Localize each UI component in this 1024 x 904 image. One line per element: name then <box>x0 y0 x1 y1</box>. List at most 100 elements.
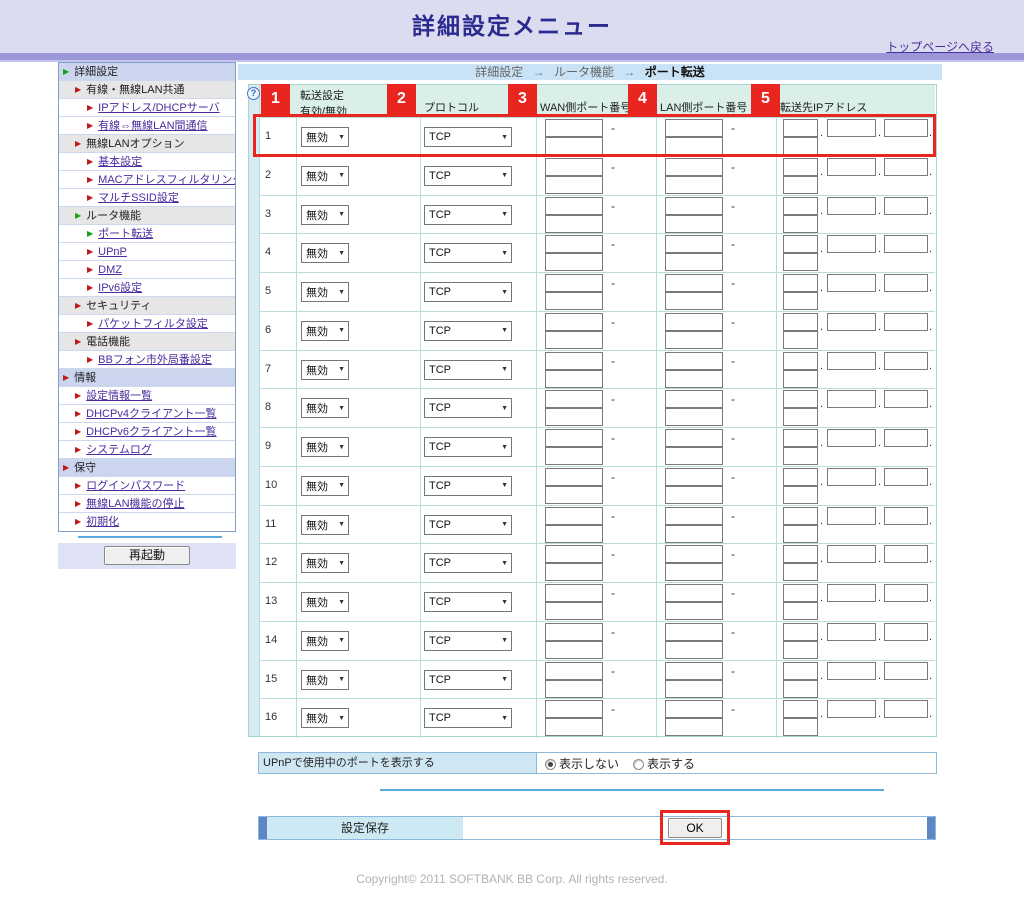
enable-select[interactable]: 無効 ▼ <box>301 243 349 264</box>
sidebar-item-label[interactable]: 有線⇔無線LAN間通信 <box>98 120 207 132</box>
wan-port-from-input[interactable] <box>545 312 603 331</box>
sidebar-item[interactable]: ▶ DMZ <box>59 261 235 279</box>
ip-octet-2-input[interactable] <box>827 622 876 641</box>
ip-octet-2-input[interactable] <box>827 661 876 680</box>
protocol-select[interactable]: TCP ▼ <box>424 282 512 302</box>
wan-port-from-input[interactable] <box>545 661 603 680</box>
lan-port-from-input[interactable] <box>665 506 723 525</box>
wan-port-to-input[interactable] <box>545 485 603 504</box>
lan-port-to-input[interactable] <box>665 602 723 620</box>
lan-port-from-input[interactable] <box>665 545 723 564</box>
sidebar-item[interactable]: ▶ 有線⇔無線LAN間通信 <box>59 117 235 135</box>
ip-octet-2-input[interactable] <box>827 312 876 331</box>
lan-port-to-input[interactable] <box>665 175 723 194</box>
lan-port-from-input[interactable] <box>665 196 723 215</box>
ip-octet-4-input[interactable] <box>783 369 818 388</box>
ip-octet-1-input[interactable] <box>783 196 818 215</box>
ok-button[interactable]: OK <box>668 818 722 838</box>
protocol-select[interactable]: TCP ▼ <box>424 359 512 380</box>
sidebar-item-label[interactable]: DHCPv6クライアント一覧 <box>86 426 216 438</box>
sidebar-item[interactable]: ▶ DHCPv4クライアント一覧 <box>59 405 235 423</box>
sidebar-item[interactable]: ▶ 設定情報一覧 <box>59 387 235 405</box>
ip-octet-2-input[interactable] <box>827 390 876 409</box>
enable-select[interactable]: 無効 ▼ <box>301 669 349 690</box>
protocol-select[interactable]: TCP ▼ <box>424 708 512 729</box>
lan-port-from-input[interactable] <box>665 157 723 176</box>
ip-octet-4-input[interactable] <box>783 524 818 543</box>
lan-port-from-input[interactable] <box>665 235 723 254</box>
sidebar-item-label[interactable]: IPアドレス/DHCPサーバ <box>98 102 220 114</box>
lan-port-to-input[interactable] <box>665 718 723 737</box>
ip-octet-3-input[interactable] <box>884 157 928 176</box>
wan-port-from-input[interactable] <box>545 700 603 719</box>
lan-port-from-input[interactable] <box>665 351 723 370</box>
ip-octet-4-input[interactable] <box>783 292 818 310</box>
wan-port-to-input[interactable] <box>545 563 603 582</box>
sidebar-item-label[interactable]: DMZ <box>98 264 122 276</box>
enable-select[interactable]: 無効 ▼ <box>301 630 349 651</box>
ip-octet-1-input[interactable] <box>783 235 818 254</box>
protocol-select[interactable]: TCP ▼ <box>424 437 512 457</box>
protocol-select[interactable]: TCP ▼ <box>424 553 512 574</box>
ip-octet-1-input[interactable] <box>783 506 818 525</box>
ip-octet-3-input[interactable] <box>884 700 928 719</box>
wan-port-to-input[interactable] <box>545 602 603 620</box>
ip-octet-3-input[interactable] <box>884 196 928 215</box>
enable-select[interactable]: 無効 ▼ <box>301 127 349 147</box>
sidebar-item-label[interactable]: ポート転送 <box>98 228 153 240</box>
protocol-select[interactable]: TCP ▼ <box>424 204 512 225</box>
ip-octet-2-input[interactable] <box>827 119 876 137</box>
lan-port-to-input[interactable] <box>665 447 723 465</box>
lan-port-from-input[interactable] <box>665 390 723 409</box>
wan-port-from-input[interactable] <box>545 157 603 176</box>
wan-port-from-input[interactable] <box>545 119 603 137</box>
sidebar-item-label[interactable]: 無線LAN機能の停止 <box>86 498 184 510</box>
sidebar-item[interactable]: ▶ IPv6設定 <box>59 279 235 297</box>
ip-octet-3-input[interactable] <box>884 235 928 254</box>
ip-octet-2-input[interactable] <box>827 506 876 525</box>
enable-select[interactable]: 無効 ▼ <box>301 437 349 457</box>
wan-port-to-input[interactable] <box>545 718 603 737</box>
sidebar-item-label[interactable]: MACアドレスフィルタリング <box>98 174 235 186</box>
enable-select[interactable]: 無効 ▼ <box>301 165 349 186</box>
radio-unchecked-icon[interactable] <box>633 758 645 770</box>
protocol-select[interactable]: TCP ▼ <box>424 592 512 612</box>
wan-port-from-input[interactable] <box>545 390 603 409</box>
wan-port-to-input[interactable] <box>545 640 603 659</box>
protocol-select[interactable]: TCP ▼ <box>424 398 512 419</box>
ip-octet-4-input[interactable] <box>783 175 818 194</box>
sidebar-item[interactable]: ▶ ログインパスワード <box>59 477 235 495</box>
protocol-select[interactable]: TCP ▼ <box>424 514 512 535</box>
wan-port-to-input[interactable] <box>545 447 603 465</box>
sidebar-item-label[interactable]: 初期化 <box>86 516 119 528</box>
sidebar-item[interactable]: ▶ システムログ <box>59 441 235 459</box>
ip-octet-2-input[interactable] <box>827 467 876 486</box>
lan-port-to-input[interactable] <box>665 485 723 504</box>
sidebar-item-label[interactable]: システムログ <box>86 444 152 456</box>
lan-port-to-input[interactable] <box>665 330 723 349</box>
protocol-select[interactable]: TCP ▼ <box>424 243 512 264</box>
wan-port-from-input[interactable] <box>545 274 603 292</box>
wan-port-from-input[interactable] <box>545 467 603 486</box>
protocol-select[interactable]: TCP ▼ <box>424 630 512 651</box>
lan-port-from-input[interactable] <box>665 700 723 719</box>
wan-port-from-input[interactable] <box>545 622 603 641</box>
wan-port-from-input[interactable] <box>545 351 603 370</box>
ip-octet-2-input[interactable] <box>827 351 876 370</box>
ip-octet-3-input[interactable] <box>884 429 928 447</box>
ip-octet-1-input[interactable] <box>783 119 818 137</box>
ip-octet-4-input[interactable] <box>783 485 818 504</box>
sidebar-item[interactable]: ▶ 基本設定 <box>59 153 235 171</box>
sidebar-item[interactable]: ▶ MACアドレスフィルタリング <box>59 171 235 189</box>
ip-octet-1-input[interactable] <box>783 622 818 641</box>
protocol-select[interactable]: TCP ▼ <box>424 475 512 496</box>
wan-port-from-input[interactable] <box>545 429 603 447</box>
ip-octet-1-input[interactable] <box>783 274 818 292</box>
lan-port-to-input[interactable] <box>665 292 723 310</box>
ip-octet-3-input[interactable] <box>884 545 928 564</box>
ip-octet-1-input[interactable] <box>783 390 818 409</box>
ip-octet-1-input[interactable] <box>783 661 818 680</box>
ip-octet-2-input[interactable] <box>827 545 876 564</box>
ip-octet-2-input[interactable] <box>827 274 876 292</box>
lan-port-to-input[interactable] <box>665 563 723 582</box>
